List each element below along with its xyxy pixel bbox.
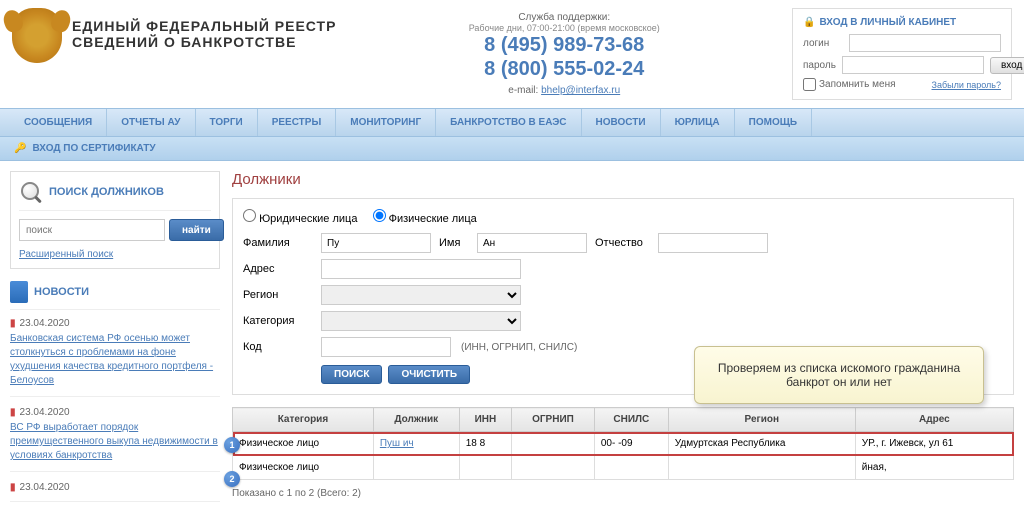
forgot-password-link[interactable]: Забыли пароль? [932, 80, 1001, 90]
address-label: Адрес [243, 263, 313, 275]
col-debtor[interactable]: Должник [373, 408, 459, 432]
clear-button[interactable]: ОЧИСТИТЬ [388, 365, 470, 384]
news-item: ▮23.04.2020 ВС РФ выработает порядок пре… [10, 407, 220, 472]
patronymic-label: Отчество [595, 237, 650, 249]
key-icon: 🔑 [14, 143, 26, 154]
nav-monitoring[interactable]: МОНИТОРИНГ [336, 109, 436, 136]
search-title: ПОИСК ДОЛЖНИКОВ [19, 180, 211, 211]
main-nav: СООБЩЕНИЯ ОТЧЕТЫ АУ ТОРГИ РЕЕСТРЫ МОНИТО… [0, 108, 1024, 137]
debtor-search-input[interactable] [19, 219, 165, 241]
address-input[interactable] [321, 259, 521, 279]
code-hint: (ИНН, ОГРНИП, СНИЛС) [461, 342, 577, 353]
advanced-search-link[interactable]: Расширенный поиск [19, 249, 211, 260]
login-title: 🔒 ВХОД В ЛИЧНЫЙ КАБИНЕТ [803, 17, 1001, 28]
row-badge-1: 1 [224, 437, 240, 453]
phone-2: 8 (800) 555-02-24 [336, 57, 792, 81]
nav-news[interactable]: НОВОСТИ [582, 109, 661, 136]
email-link[interactable]: bhelp@interfax.ru [541, 85, 620, 96]
region-select[interactable] [321, 285, 521, 305]
support-label: Служба поддержки: [336, 12, 792, 23]
region-label: Регион [243, 289, 313, 301]
news-link[interactable]: Банковская система РФ осенью может столк… [10, 332, 220, 388]
debtor-link[interactable]: Пуш ич [380, 438, 414, 449]
nav-eaeu[interactable]: БАНКРОТСТВО В ЕАЭС [436, 109, 581, 136]
category-label: Категория [243, 315, 313, 327]
lock-icon: 🔒 [803, 17, 815, 28]
search-button[interactable]: ПОИСК [321, 365, 382, 384]
code-input[interactable] [321, 337, 451, 357]
results-table: Категория Должник ИНН ОГРНИП СНИЛС Регио… [232, 407, 1014, 480]
login-box: 🔒 ВХОД В ЛИЧНЫЙ КАБИНЕТ логин пароль вхо… [792, 8, 1012, 100]
page-title: Должники [232, 171, 1014, 188]
content: ПОИСК ДОЛЖНИКОВ найти Расширенный поиск … [0, 161, 1024, 522]
emblem-icon [12, 8, 62, 63]
phone-1: 8 (495) 989-73-68 [336, 33, 792, 57]
radio-person-label[interactable]: Физические лица [373, 213, 477, 225]
firstname-input[interactable] [477, 233, 587, 253]
magnifier-icon [19, 180, 43, 204]
col-snils[interactable]: СНИЛС [594, 408, 668, 432]
firstname-label: Имя [439, 237, 469, 249]
col-address[interactable]: Адрес [855, 408, 1013, 432]
logo-area: ЕДИНЫЙ ФЕДЕРАЛЬНЫЙ РЕЕСТР СВЕДЕНИЙ О БАН… [12, 8, 336, 100]
nav-auctions[interactable]: ТОРГИ [196, 109, 258, 136]
nav-legal[interactable]: ЮРЛИЦА [661, 109, 735, 136]
site-title-1: ЕДИНЫЙ ФЕДЕРАЛЬНЫЙ РЕЕСТР [72, 18, 336, 34]
nav-help[interactable]: ПОМОЩЬ [735, 109, 812, 136]
login-label: логин [803, 38, 843, 49]
page-header: ЕДИНЫЙ ФЕДЕРАЛЬНЫЙ РЕЕСТР СВЕДЕНИЙ О БАН… [0, 0, 1024, 108]
login-button[interactable]: вход [990, 57, 1024, 74]
search-block: ПОИСК ДОЛЖНИКОВ найти Расширенный поиск [10, 171, 220, 269]
nav-reports[interactable]: ОТЧЕТЫ АУ [107, 109, 195, 136]
support-hours: Рабочие дни, 07:00-21:00 (время московск… [336, 23, 792, 33]
nav-registries[interactable]: РЕЕСТРЫ [258, 109, 337, 136]
main-area: Должники Юридические лица Физические лиц… [232, 171, 1014, 512]
radio-person[interactable] [373, 209, 386, 222]
radio-legal[interactable] [243, 209, 256, 222]
debtor-search-button[interactable]: найти [169, 219, 224, 241]
lastname-label: Фамилия [243, 237, 313, 249]
code-label: Код [243, 341, 313, 353]
category-select[interactable] [321, 311, 521, 331]
table-row: Физическое лицо йная, [233, 456, 1014, 480]
support-email: e-mail: bhelp@interfax.ru [336, 85, 792, 96]
news-block: НОВОСТИ ▮23.04.2020 Банковская система Р… [10, 281, 220, 502]
sidebar: ПОИСК ДОЛЖНИКОВ найти Расширенный поиск … [10, 171, 220, 512]
annotation-callout: Проверяем из списка искомого гражданина … [694, 346, 984, 404]
table-row: Физическое лицо Пуш ич 18 8 00- -09 Удму… [233, 432, 1014, 456]
cert-login-bar[interactable]: 🔑 ВХОД ПО СЕРТИФИКАТУ [0, 137, 1024, 161]
col-category[interactable]: Категория [233, 408, 374, 432]
row-badge-2: 2 [224, 471, 240, 487]
site-title-2: СВЕДЕНИЙ О БАНКРОТСТВЕ [72, 34, 336, 50]
patronymic-input[interactable] [658, 233, 768, 253]
login-input[interactable] [849, 34, 1001, 52]
password-label: пароль [803, 60, 836, 71]
news-item: ▮23.04.2020 Банковская система РФ осенью… [10, 318, 220, 397]
col-inn[interactable]: ИНН [459, 408, 511, 432]
news-title: НОВОСТИ [10, 281, 220, 310]
news-link[interactable]: ВС РФ выработает порядок преимущественно… [10, 421, 220, 463]
remember-label[interactable]: Запомнить меня [803, 78, 896, 91]
radio-legal-label[interactable]: Юридические лица [243, 213, 357, 225]
lastname-input[interactable] [321, 233, 431, 253]
support-block: Служба поддержки: Рабочие дни, 07:00-21:… [336, 8, 792, 100]
password-input[interactable] [842, 56, 984, 74]
document-icon [10, 281, 28, 303]
pager-text: Показано с 1 по 2 (Всего: 2) [232, 488, 1014, 499]
col-region[interactable]: Регион [668, 408, 855, 432]
nav-messages[interactable]: СООБЩЕНИЯ [10, 109, 107, 136]
news-item: ▮23.04.2020 [10, 482, 220, 502]
col-ogrnip[interactable]: ОГРНИП [512, 408, 595, 432]
remember-checkbox[interactable] [803, 78, 816, 91]
